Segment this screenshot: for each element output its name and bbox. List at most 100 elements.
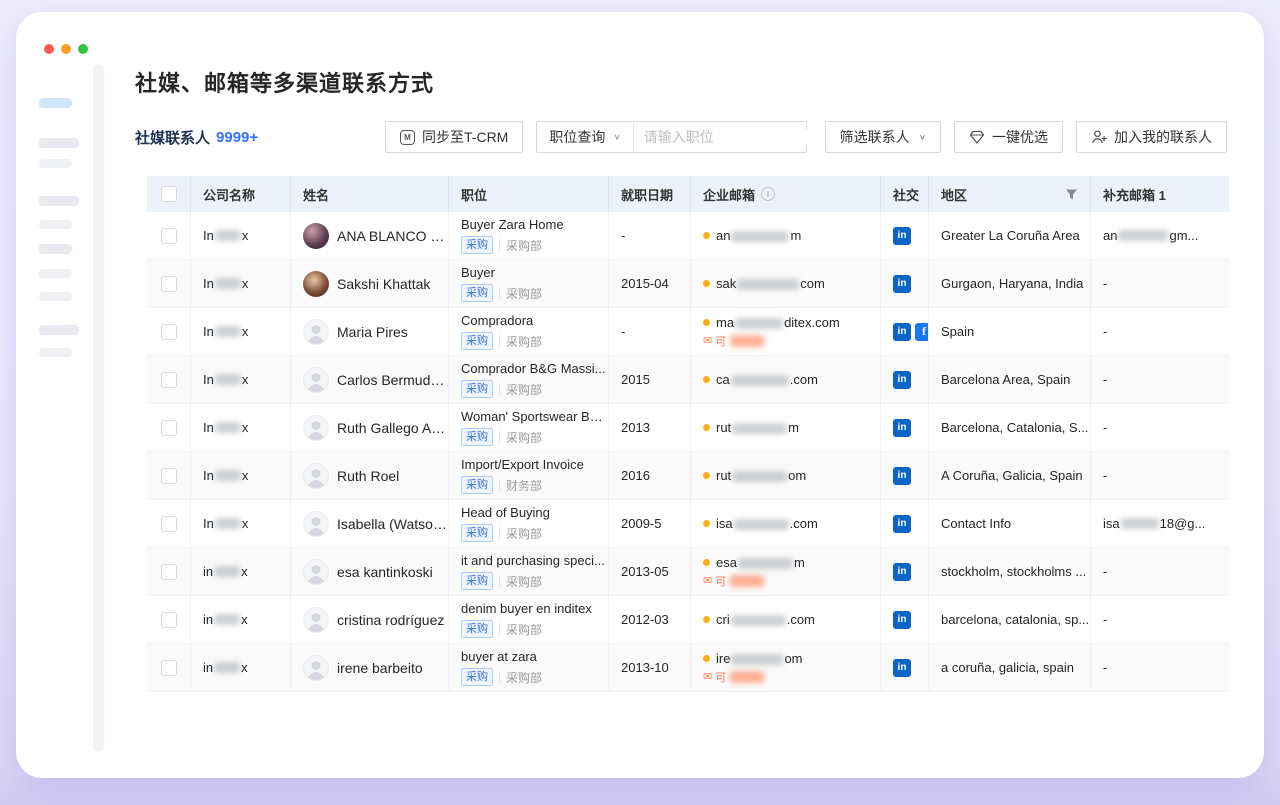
redacted-text	[732, 423, 787, 434]
position-search-input[interactable]	[644, 129, 825, 145]
linkedin-icon[interactable]: in	[893, 467, 911, 485]
tag-badge: 采购	[461, 668, 493, 686]
email-cell: rutm ✉	[691, 404, 881, 451]
email-cell: sakcom ✉	[691, 260, 881, 307]
linkedin-icon[interactable]: in	[893, 227, 911, 245]
hire-date: 2013-10	[609, 644, 691, 691]
social-icons: in	[881, 356, 929, 403]
row-checkbox[interactable]	[161, 420, 177, 436]
facebook-icon[interactable]: f	[915, 323, 929, 341]
header-name: 姓名	[291, 176, 449, 212]
info-icon[interactable]: i	[761, 187, 775, 201]
hire-date: 2012-03	[609, 596, 691, 643]
social-icons: in	[881, 644, 929, 691]
redacted-text	[214, 662, 240, 673]
table-row[interactable]: inx irene barbeito buyer at zara 采购 采购部 …	[147, 644, 1229, 692]
row-checkbox[interactable]	[161, 564, 177, 580]
linkedin-icon[interactable]: in	[893, 659, 911, 677]
hire-date: 2013-05	[609, 548, 691, 595]
linkedin-icon[interactable]: in	[893, 323, 911, 341]
row-checkbox[interactable]	[161, 516, 177, 532]
redacted-text	[731, 654, 783, 665]
row-checkbox[interactable]	[161, 324, 177, 340]
linkedin-icon[interactable]: in	[893, 275, 911, 293]
email-cell: ca.com ✉	[691, 356, 881, 403]
header-company: 公司名称	[191, 176, 291, 212]
company-name: Inx	[191, 452, 291, 499]
filter-funnel-icon[interactable]	[1065, 188, 1078, 201]
row-checkbox[interactable]	[161, 612, 177, 628]
extra-email: isa18@g...	[1091, 500, 1229, 547]
tag-badge: 采购	[461, 284, 493, 302]
header-date: 就职日期	[609, 176, 691, 212]
social-icons: inf	[881, 308, 929, 355]
row-checkbox[interactable]	[161, 276, 177, 292]
row-checkbox[interactable]	[161, 372, 177, 388]
filter-contacts-button[interactable]: 筛选联系人 ∨	[825, 121, 941, 153]
region: stockholm, stockholms ...	[929, 548, 1091, 595]
row-checkbox[interactable]	[161, 228, 177, 244]
linkedin-icon[interactable]: in	[893, 563, 911, 581]
company-name: Inx	[191, 500, 291, 547]
avatar	[303, 367, 329, 393]
extra-email: -	[1091, 548, 1229, 595]
person-add-icon	[1091, 129, 1107, 145]
maximize-window-icon[interactable]	[78, 44, 88, 54]
position-title: Comprador B&G Massi...	[461, 361, 606, 376]
linkedin-icon[interactable]: in	[893, 419, 911, 437]
region: Barcelona, Catalonia, S...	[929, 404, 1091, 451]
table-row[interactable]: Inx Sakshi Khattak Buyer 采购 采购部 2015-04 …	[147, 260, 1229, 308]
optimize-button[interactable]: 一键优选	[954, 121, 1063, 153]
row-checkbox[interactable]	[161, 660, 177, 676]
table-row[interactable]: Inx ANA BLANCO REY Buyer Zara Home 采购 采购…	[147, 212, 1229, 260]
redacted-text	[731, 375, 789, 386]
redacted-text	[731, 615, 786, 626]
redacted-text	[215, 422, 241, 433]
window-controls	[44, 44, 88, 54]
table-row[interactable]: inx esa kantinkoski it and purchasing sp…	[147, 548, 1229, 596]
minimize-window-icon[interactable]	[61, 44, 71, 54]
row-checkbox[interactable]	[161, 468, 177, 484]
hire-date: 2016	[609, 452, 691, 499]
redacted-text	[1118, 230, 1168, 241]
region: a coruña, galicia, spain	[929, 644, 1091, 691]
redacted-text	[735, 318, 783, 329]
avatar	[303, 607, 329, 633]
sync-crm-button[interactable]: M 同步至T-CRM	[385, 121, 523, 153]
table-row[interactable]: inx cristina rodríguez denim buyer en in…	[147, 596, 1229, 644]
department: 采购部	[506, 621, 542, 638]
position-title: Buyer Zara Home	[461, 217, 564, 232]
contact-name: Maria Pires	[337, 324, 408, 340]
tag-badge: 采购	[461, 524, 493, 542]
avatar	[303, 319, 329, 345]
social-icons: in	[881, 596, 929, 643]
table-row[interactable]: Inx Ruth Gallego Agulló Woman' Sportswea…	[147, 404, 1229, 452]
contact-name: Ruth Roel	[337, 468, 399, 484]
linkedin-icon[interactable]: in	[893, 371, 911, 389]
linkedin-icon[interactable]: in	[893, 611, 911, 629]
company-name: inx	[191, 548, 291, 595]
position-query-dropdown[interactable]: 职位查询 ∨	[537, 122, 633, 152]
redacted-text	[215, 470, 241, 481]
add-to-contacts-button[interactable]: 加入我的联系人	[1076, 121, 1227, 153]
position-title: Head of Buying	[461, 505, 550, 520]
email-status-dot	[703, 232, 710, 239]
table-row[interactable]: Inx Isabella (Watson) L... Head of Buyin…	[147, 500, 1229, 548]
position-title: it and purchasing speci...	[461, 553, 605, 568]
linkedin-icon[interactable]: in	[893, 515, 911, 533]
verified-badge: ✉ 可	[703, 333, 765, 349]
department: 采购部	[506, 669, 542, 686]
contact-count: 9999+	[216, 129, 258, 146]
sidebar-item	[39, 325, 79, 335]
select-all-checkbox[interactable]	[161, 186, 177, 202]
table-row[interactable]: Inx Carlos Bermudo Cr... Comprador B&G M…	[147, 356, 1229, 404]
region: A Coruña, Galicia, Spain	[929, 452, 1091, 499]
table-row[interactable]: Inx Maria Pires Compradora 采购 采购部 - madi…	[147, 308, 1229, 356]
divider	[499, 239, 500, 251]
header-social: 社交	[881, 176, 929, 212]
company-name: Inx	[191, 308, 291, 355]
tag-badge: 采购	[461, 380, 493, 398]
close-window-icon[interactable]	[44, 44, 54, 54]
tag-badge: 采购	[461, 428, 493, 446]
table-row[interactable]: Inx Ruth Roel Import/Export Invoice 采购 财…	[147, 452, 1229, 500]
